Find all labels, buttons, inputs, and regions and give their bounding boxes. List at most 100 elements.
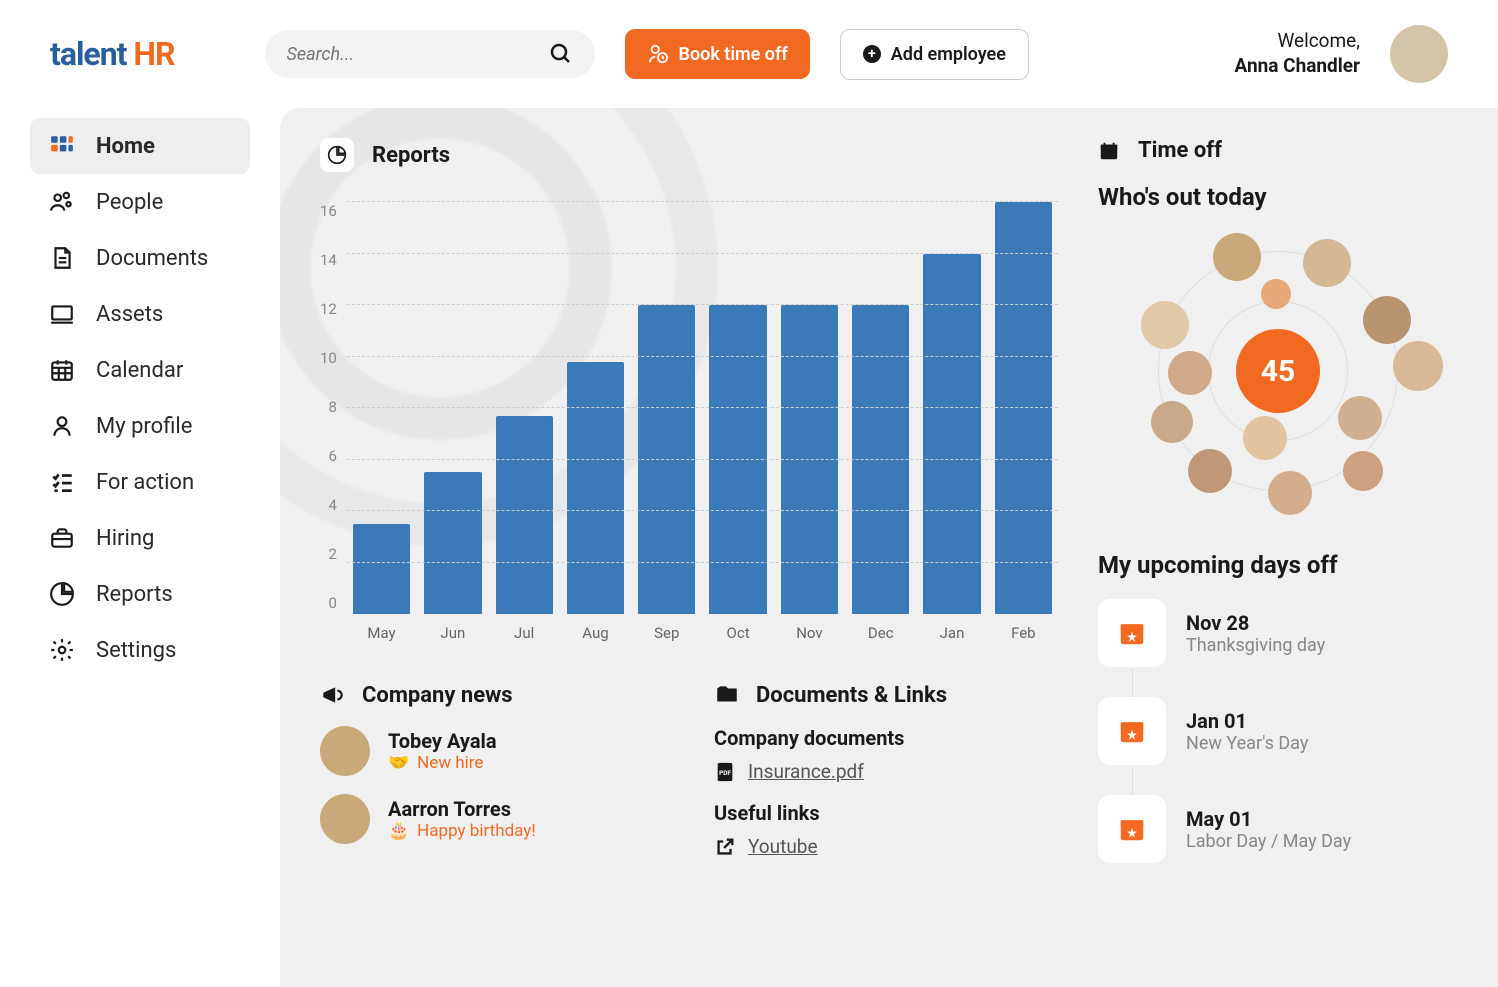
upcoming-date: Nov 28 <box>1186 611 1325 635</box>
avatar[interactable] <box>1141 301 1189 349</box>
chart-bar <box>781 305 838 614</box>
x-label: Oct <box>709 624 766 642</box>
avatar[interactable] <box>1268 471 1312 515</box>
nav-icon <box>48 468 76 496</box>
avatar <box>320 794 370 844</box>
news-subtitle: 🎂Happy birthday! <box>388 821 536 841</box>
nav-item-for-action[interactable]: For action <box>30 454 250 510</box>
upcoming-item[interactable]: Jan 01New Year's Day <box>1098 697 1458 765</box>
nav-label: Assets <box>96 302 163 327</box>
news-name: Aarron Torres <box>388 797 536 821</box>
calendar-star-icon <box>1098 697 1166 765</box>
chart-bar <box>496 416 553 614</box>
nav-icon <box>48 132 76 160</box>
megaphone-icon <box>320 682 346 708</box>
svg-text:PDF: PDF <box>719 768 731 776</box>
search-icon[interactable] <box>549 42 573 66</box>
avatar[interactable] <box>1363 296 1411 344</box>
x-label: Jan <box>923 624 980 642</box>
external-link-icon <box>714 836 736 858</box>
avatar[interactable] <box>1243 416 1287 460</box>
avatar[interactable] <box>1338 396 1382 440</box>
nav-label: My profile <box>96 414 192 439</box>
avatar[interactable] <box>1393 341 1443 391</box>
youtube-link[interactable]: Youtube <box>714 835 1058 858</box>
who-out-orbit[interactable]: 45 <box>1113 221 1443 521</box>
x-label: Sep <box>638 624 695 642</box>
avatar[interactable] <box>1168 351 1212 395</box>
chart-bar <box>638 305 695 614</box>
reports-chart: 1614121086420 MayJunJulAugSepOctNovDecJa… <box>320 202 1058 642</box>
chart-bar <box>852 305 909 614</box>
search-box[interactable] <box>265 30 595 78</box>
sidebar: Home People Documents Assets Calendar My prof… <box>0 108 280 987</box>
avatar[interactable] <box>1151 401 1193 443</box>
nav-label: Hiring <box>96 526 154 551</box>
who-out-count: 45 <box>1236 329 1320 413</box>
nav-label: Reports <box>96 582 173 607</box>
nav-item-people[interactable]: People <box>30 174 250 230</box>
nav-label: Settings <box>96 638 176 663</box>
nav-icon <box>48 244 76 272</box>
plus-icon: + <box>863 45 881 63</box>
news-name: Tobey Ayala <box>388 729 497 753</box>
chart-bar <box>353 524 410 614</box>
nav-item-documents[interactable]: Documents <box>30 230 250 286</box>
chart-bar <box>424 472 481 614</box>
upcoming-name: New Year's Day <box>1186 733 1308 754</box>
calendar-star-icon <box>1098 795 1166 863</box>
calendar-star-icon <box>1098 599 1166 667</box>
avatar[interactable] <box>1303 239 1351 287</box>
nav-icon <box>48 300 76 328</box>
pie-chart-icon <box>320 138 354 172</box>
x-label: Feb <box>995 624 1052 642</box>
news-item[interactable]: Aarron Torres🎂Happy birthday! <box>320 794 664 844</box>
upcoming-name: Thanksgiving day <box>1186 635 1325 656</box>
book-time-off-button[interactable]: Book time off <box>625 29 810 79</box>
nav-item-calendar[interactable]: Calendar <box>30 342 250 398</box>
nav-label: Home <box>96 134 155 159</box>
nav-item-reports[interactable]: Reports <box>30 566 250 622</box>
handshake-icon: 🤝 <box>388 753 409 773</box>
logo[interactable]: talent HR <box>50 35 175 73</box>
insurance-pdf-link[interactable]: PDFInsurance.pdf <box>714 760 1058 783</box>
nav-label: People <box>96 190 163 215</box>
folder-icon <box>714 682 740 708</box>
x-label: Jun <box>424 624 481 642</box>
nav-item-settings[interactable]: Settings <box>30 622 250 678</box>
company-news-section: Company news Tobey Ayala🤝New hireAarron … <box>320 682 664 862</box>
nav-icon <box>48 188 76 216</box>
x-label: Nov <box>781 624 838 642</box>
avatar[interactable] <box>1213 233 1261 281</box>
upcoming-item[interactable]: May 01Labor Day / May Day <box>1098 795 1458 863</box>
user-avatar[interactable] <box>1390 25 1448 83</box>
x-label: Jul <box>496 624 553 642</box>
cake-icon: 🎂 <box>388 821 409 841</box>
pdf-icon: PDF <box>714 761 736 783</box>
nav-item-home[interactable]: Home <box>30 118 250 174</box>
nav-icon <box>48 356 76 384</box>
x-label: May <box>353 624 410 642</box>
avatar[interactable] <box>1343 451 1383 491</box>
nav-item-my-profile[interactable]: My profile <box>30 398 250 454</box>
timeoff-header: Time off <box>1098 138 1458 163</box>
search-input[interactable] <box>287 44 549 65</box>
chart-bar <box>567 362 624 614</box>
upcoming-name: Labor Day / May Day <box>1186 831 1351 852</box>
chart-bar <box>709 305 766 614</box>
avatar <box>320 726 370 776</box>
upcoming-date: Jan 01 <box>1186 709 1308 733</box>
calendar-icon <box>1098 140 1120 162</box>
company-documents-heading: Company documents <box>714 726 1058 750</box>
nav-icon <box>48 412 76 440</box>
nav-item-assets[interactable]: Assets <box>30 286 250 342</box>
nav-item-hiring[interactable]: Hiring <box>30 510 250 566</box>
avatar[interactable] <box>1188 449 1232 493</box>
avatar[interactable] <box>1261 279 1291 309</box>
upcoming-item[interactable]: Nov 28Thanksgiving day <box>1098 599 1458 667</box>
news-item[interactable]: Tobey Ayala🤝New hire <box>320 726 664 776</box>
add-employee-button[interactable]: + Add employee <box>840 29 1029 80</box>
news-subtitle: 🤝New hire <box>388 753 497 773</box>
topbar: talent HR Book time off + Add employee W… <box>0 0 1498 108</box>
documents-section: Documents & Links Company documents PDFI… <box>714 682 1058 862</box>
